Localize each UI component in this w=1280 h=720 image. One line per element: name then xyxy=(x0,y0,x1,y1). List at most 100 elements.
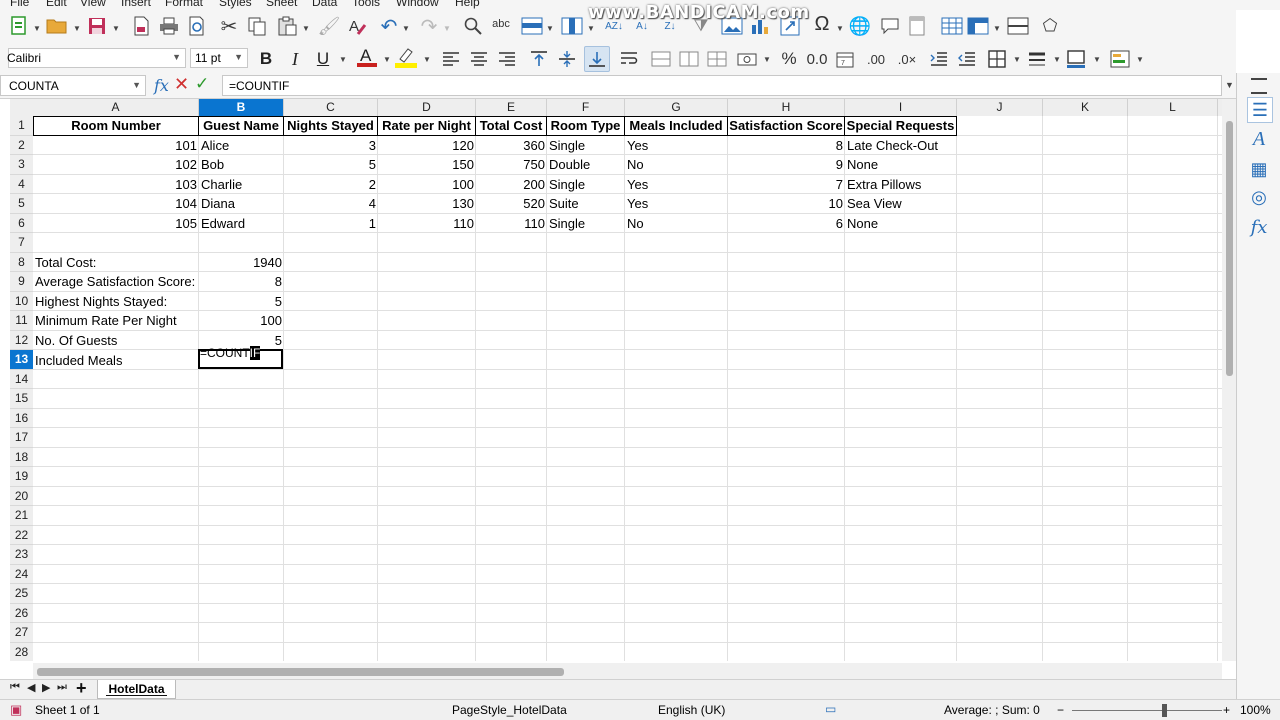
row-header-1[interactable]: 1 xyxy=(10,116,33,136)
table-cell[interactable]: Edward xyxy=(199,214,284,233)
row-header-4[interactable]: 4 xyxy=(10,175,33,194)
zoom-slider-thumb[interactable] xyxy=(1162,704,1167,717)
cancel-icon[interactable]: ✕ xyxy=(174,74,189,95)
function-wizard-icon[interactable]: fx xyxy=(154,76,169,95)
column-header-c[interactable]: C xyxy=(284,99,378,116)
gallery-icon[interactable]: ▦ xyxy=(1247,157,1271,181)
table-cell[interactable]: 110 xyxy=(476,214,547,233)
selection-stats[interactable]: Average: ; Sum: 0 xyxy=(944,703,1040,717)
menu-file[interactable]: File xyxy=(10,0,29,9)
freeze-rows-columns-icon[interactable] xyxy=(966,14,990,38)
table-cell[interactable]: 100 xyxy=(378,175,476,194)
row-header-20[interactable]: 20 xyxy=(10,487,33,506)
table-cell[interactable]: Bob xyxy=(199,155,284,174)
insert-chart-icon[interactable] xyxy=(748,14,772,38)
name-box[interactable]: COUNTA ▼ xyxy=(0,75,146,96)
summary-value[interactable]: 1940 xyxy=(199,253,284,272)
table-cell[interactable]: 150 xyxy=(378,155,476,174)
table-cell[interactable]: Double xyxy=(547,155,625,174)
special-character-icon[interactable]: Ω xyxy=(810,12,834,36)
increase-indent-icon[interactable] xyxy=(928,47,950,71)
table-header-cell[interactable]: Guest Name xyxy=(199,116,284,136)
row-header-5[interactable]: 5 xyxy=(10,194,33,214)
delete-decimal-icon[interactable]: .0× xyxy=(893,47,921,71)
column-header-h[interactable]: H xyxy=(728,99,845,116)
table-cell[interactable]: 10 xyxy=(728,194,845,213)
row-header-6[interactable]: 6 xyxy=(10,214,33,233)
align-top-icon[interactable] xyxy=(528,47,550,71)
row-header-7[interactable]: 7 xyxy=(10,233,33,253)
open-folder-icon[interactable] xyxy=(45,14,69,38)
table-cell[interactable]: 105 xyxy=(33,214,199,233)
table-cell[interactable]: 120 xyxy=(378,136,476,155)
column-icon[interactable] xyxy=(560,14,584,38)
zoom-out-icon[interactable]: − xyxy=(1057,703,1064,717)
table-cell[interactable]: 2 xyxy=(284,175,378,194)
language[interactable]: English (UK) xyxy=(658,703,725,717)
autofilter-icon[interactable]: ⧩ xyxy=(690,14,712,38)
table-cell[interactable]: 102 xyxy=(33,155,199,174)
table-cell[interactable]: Diana xyxy=(199,194,284,213)
selection-mode-icon[interactable]: ▭ xyxy=(825,702,836,716)
summary-value[interactable]: 5 xyxy=(199,292,284,311)
summary-label[interactable]: Average Satisfaction Score: xyxy=(33,272,199,291)
column-header-f[interactable]: F xyxy=(547,99,625,116)
paste-icon[interactable] xyxy=(276,14,298,38)
table-cell[interactable]: 104 xyxy=(33,194,199,213)
menu-format[interactable]: Format xyxy=(165,0,203,9)
redo-dropdown-icon[interactable]: ▼ xyxy=(443,24,451,33)
menu-data[interactable]: Data xyxy=(312,0,337,9)
summary-value[interactable]: 100 xyxy=(199,311,284,330)
conditional-format-icon[interactable] xyxy=(1108,47,1132,71)
vertical-scroll-thumb[interactable] xyxy=(1226,121,1233,376)
table-cell[interactable]: 9 xyxy=(728,155,845,174)
align-left-icon[interactable] xyxy=(440,47,462,71)
clear-formatting-icon[interactable]: A xyxy=(346,14,370,38)
insert-image-icon[interactable] xyxy=(720,14,744,38)
column-header-a[interactable]: A xyxy=(33,99,199,116)
row-header-9[interactable]: 9 xyxy=(10,272,33,292)
table-cell[interactable]: 5 xyxy=(284,155,378,174)
font-color-dropdown-icon[interactable]: ▼ xyxy=(383,55,391,64)
zoom-in-icon[interactable]: + xyxy=(1223,703,1230,717)
summary-label[interactable]: Included Meals xyxy=(33,351,199,370)
column-header-i[interactable]: I xyxy=(845,99,957,116)
sheet-tab-hoteldata[interactable]: HotelData xyxy=(97,680,176,699)
table-cell[interactable]: None xyxy=(845,155,957,174)
table-header-cell[interactable]: Nights Stayed xyxy=(284,116,378,136)
add-decimal-icon[interactable]: .00 xyxy=(862,47,890,71)
borders-dropdown-icon[interactable]: ▼ xyxy=(1013,55,1021,64)
date-format-icon[interactable]: 7 xyxy=(834,47,856,71)
font-name-combobox[interactable]: Calibri ▼ xyxy=(7,48,186,68)
borders-icon[interactable] xyxy=(986,47,1008,71)
table-cell[interactable]: 200 xyxy=(476,175,547,194)
horizontal-scrollbar[interactable] xyxy=(33,663,1222,679)
spelling-icon[interactable]: abc xyxy=(488,12,514,36)
zoom-slider[interactable] xyxy=(1072,710,1222,711)
navigator-icon[interactable]: ◎ xyxy=(1247,185,1271,209)
column-header-l[interactable]: L xyxy=(1128,99,1218,116)
column-header-b[interactable]: B xyxy=(199,99,284,116)
italic-icon[interactable]: I xyxy=(285,47,305,71)
undo-dropdown-icon[interactable]: ▼ xyxy=(402,24,410,33)
sort-icon[interactable]: AZ↓ xyxy=(602,14,626,38)
print-preview-icon[interactable] xyxy=(186,14,208,38)
paste-dropdown-icon[interactable]: ▼ xyxy=(302,24,310,33)
table-cell[interactable]: None xyxy=(845,214,957,233)
last-sheet-icon[interactable]: ⏭ xyxy=(57,681,67,694)
menu-view[interactable]: View xyxy=(80,0,106,9)
table-cell[interactable]: Yes xyxy=(625,136,728,155)
row-header-13[interactable]: 13 xyxy=(10,350,33,370)
table-cell[interactable]: 4 xyxy=(284,194,378,213)
print-icon[interactable] xyxy=(158,14,180,38)
menu-help[interactable]: Help xyxy=(455,0,480,9)
conditional-format-dropdown-icon[interactable]: ▼ xyxy=(1136,55,1144,64)
row-header-10[interactable]: 10 xyxy=(10,292,33,311)
table-cell[interactable]: 6 xyxy=(728,214,845,233)
table-cell[interactable]: 750 xyxy=(476,155,547,174)
row-header-11[interactable]: 11 xyxy=(10,311,33,331)
row-header-2[interactable]: 2 xyxy=(10,136,33,155)
sort-descending-icon[interactable]: Z↓ xyxy=(658,14,682,38)
formula-input[interactable]: =COUNTIF xyxy=(222,75,1222,96)
document-modified-icon[interactable]: ▣ xyxy=(10,702,22,718)
